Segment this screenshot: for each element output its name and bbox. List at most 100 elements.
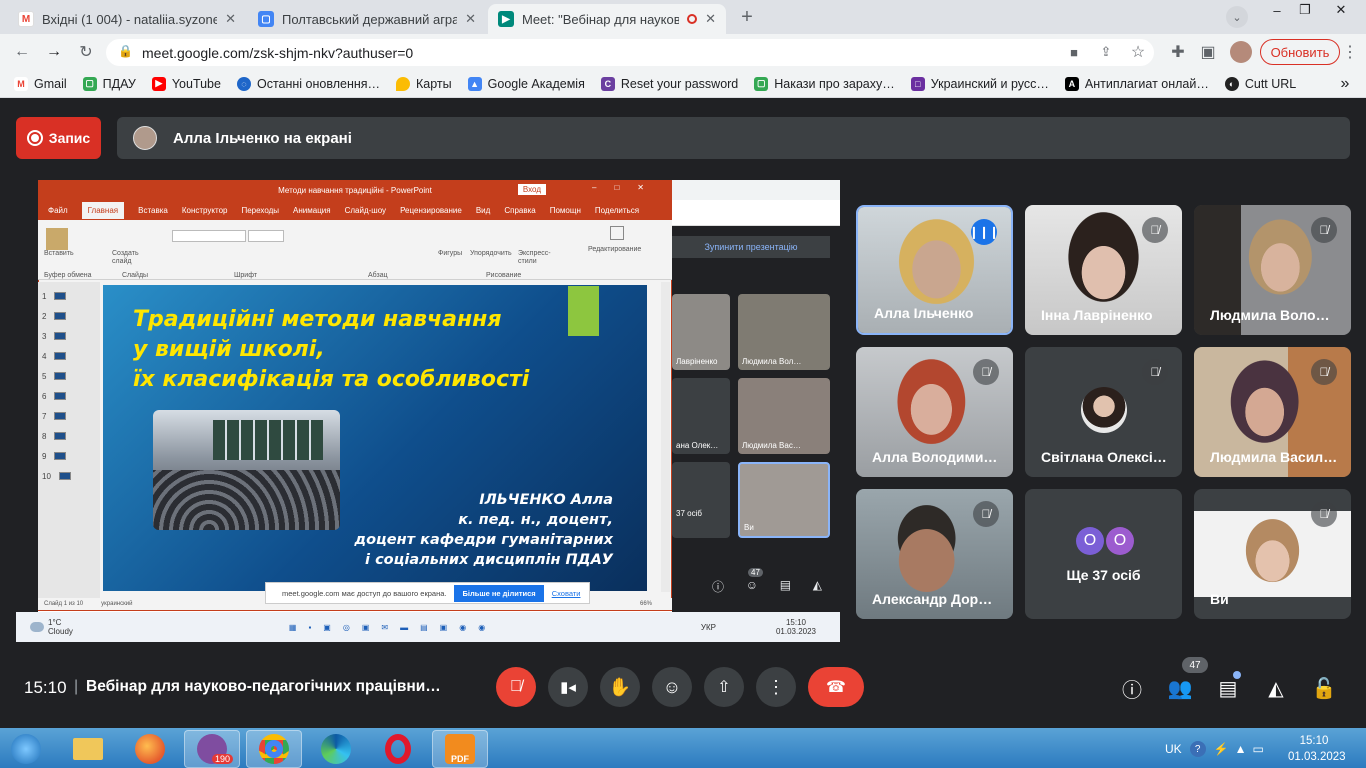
forward-icon[interactable]: →	[42, 40, 66, 64]
bookmark-updates[interactable]: ◌ Останні оновлення…	[236, 76, 380, 91]
ppt-tab[interactable]: Переходы	[241, 206, 279, 215]
slide-thumb[interactable]: 8	[42, 429, 98, 443]
ppt-tab[interactable]: Справка	[504, 206, 535, 215]
close-icon[interactable]: ✕	[225, 11, 236, 27]
font-name-select[interactable]	[172, 230, 246, 242]
mic-toggle-button[interactable]: 🎙̸	[496, 667, 536, 707]
slide-thumb[interactable]: 2	[42, 309, 98, 323]
menu-icon[interactable]: ⋮	[1340, 42, 1360, 62]
ppt-tab[interactable]: Файл	[48, 206, 68, 215]
bookmark-cutt-url[interactable]: ◐ Cutt URL	[1224, 76, 1296, 91]
activities-icon[interactable]: ◭	[1263, 675, 1289, 701]
window-close-icon[interactable]: ✕	[1326, 0, 1356, 20]
participant-tile[interactable]: 🎙̸ Світлана Олексі…	[1025, 347, 1182, 477]
others-tile[interactable]: O O Ще 37 осіб	[1025, 489, 1182, 619]
camera-toggle-button[interactable]: ▮◂	[548, 667, 588, 707]
bookmark-pdau[interactable]: ▢ ПДАУ	[82, 76, 136, 91]
explorer-app[interactable]	[60, 730, 116, 768]
people-icon[interactable]: 👥	[1167, 675, 1193, 701]
profile-avatar[interactable]	[1230, 41, 1252, 63]
slide-thumb[interactable]: 4	[42, 349, 98, 363]
tray-expand-icon[interactable]: ▲	[1235, 742, 1247, 756]
camera-icon[interactable]: ■	[1064, 42, 1084, 62]
action-center-icon[interactable]: ▭	[1253, 742, 1264, 756]
participant-tile[interactable]: 🎙̸ Інна Лавріненко	[1025, 205, 1182, 335]
reactions-button[interactable]: ☺	[652, 667, 692, 707]
slide-thumb[interactable]: 3	[42, 329, 98, 343]
tab-gmail[interactable]: M Вхідні (1 004) - nataliia.syzonenko ✕	[8, 4, 246, 34]
pdf-app[interactable]: PDF	[432, 730, 488, 768]
ppt-tab[interactable]: Вставка	[138, 206, 168, 215]
address-bar[interactable]: 🔒 meet.google.com/zsk-shjm-nkv?authuser=…	[106, 39, 1154, 66]
reload-icon[interactable]: ↻	[74, 40, 98, 64]
share-icon[interactable]: ⇪	[1096, 42, 1116, 62]
new-tab-button[interactable]: +	[733, 5, 761, 29]
slide-thumb[interactable]: 10	[42, 469, 98, 483]
participant-tile[interactable]: 🎙̸ Людмила Воло…	[1194, 205, 1351, 335]
info-icon[interactable]: ⓘ	[1119, 675, 1145, 702]
leave-call-button[interactable]: ☎	[808, 667, 864, 707]
restore-icon[interactable]: ❐	[1290, 0, 1320, 20]
ppt-tab[interactable]: Слайд-шоу	[345, 206, 386, 215]
bookmark-scholar[interactable]: ▲ Google Академія	[467, 76, 585, 91]
back-icon[interactable]: ←	[10, 40, 34, 64]
slide-thumb[interactable]: 1	[42, 289, 98, 303]
start-button[interactable]	[6, 730, 46, 768]
bookmark-translator[interactable]: □ Украинский и русс…	[910, 76, 1049, 91]
ppt-tab[interactable]: Конструктор	[182, 206, 228, 215]
bookmark-orders[interactable]: ▢ Накази про зараху…	[754, 76, 895, 91]
ppt-tab[interactable]: Рецензирование	[400, 206, 462, 215]
sidepanel-icon[interactable]: ▣	[1198, 42, 1218, 62]
ppt-tab[interactable]: Поделиться	[595, 206, 639, 215]
raise-hand-button[interactable]: ✋	[600, 667, 640, 707]
search-icon[interactable]	[610, 226, 624, 240]
bookmark-antiplagiarism[interactable]: A Антиплагиат онлай…	[1064, 76, 1209, 91]
stop-sharing-button[interactable]: Більше не ділитися	[454, 584, 544, 602]
hide-link[interactable]: Сховати	[552, 589, 581, 598]
participant-tile[interactable]: 🎙̸ Алла Володими…	[856, 347, 1013, 477]
ppt-tab[interactable]: Помощн	[550, 206, 581, 215]
firefox-app[interactable]	[122, 730, 178, 768]
slide-thumb[interactable]: 7	[42, 409, 98, 423]
participant-tile-speaking[interactable]: ❙❙❙ Алла Ільченко	[856, 205, 1013, 335]
bookmark-gmail[interactable]: M Gmail	[14, 76, 67, 91]
ppt-scrollbar[interactable]	[661, 282, 670, 592]
present-button[interactable]: ⇧	[704, 667, 744, 707]
bookmark-youtube[interactable]: ▶ YouTube	[151, 76, 221, 91]
more-bookmarks-icon[interactable]: »	[1336, 75, 1354, 93]
host-controls-icon[interactable]: 🔓	[1311, 675, 1337, 701]
font-size-select[interactable]	[248, 230, 284, 242]
more-options-button[interactable]: ⋮	[756, 667, 796, 707]
ppt-window-controls[interactable]: –□✕	[592, 183, 662, 192]
tab-search-icon[interactable]: ⌄	[1226, 6, 1248, 28]
ppt-tab-active[interactable]: Главная	[81, 201, 125, 219]
slide-thumb[interactable]: 6	[42, 389, 98, 403]
update-button[interactable]: Обновить	[1260, 39, 1340, 65]
ppt-tab[interactable]: Вид	[476, 206, 490, 215]
slide-thumb[interactable]: 9	[42, 449, 98, 463]
language-indicator[interactable]: UK	[1165, 742, 1182, 756]
viber-app[interactable]: 190	[184, 730, 240, 768]
help-icon[interactable]: ?	[1189, 741, 1206, 757]
self-tile[interactable]: 🎙̸ Ви	[1194, 489, 1351, 619]
paste-icon[interactable]	[46, 228, 68, 250]
bookmark-reset-password[interactable]: C Reset your password	[600, 76, 738, 91]
tab-pdau[interactable]: ▢ Полтавський державний аграрн ✕	[248, 4, 486, 34]
participant-tile[interactable]: 🎙̸ Людмила Васил…	[1194, 347, 1351, 477]
edge-app[interactable]	[308, 730, 364, 768]
ppt-signin-button[interactable]: Вход	[517, 184, 546, 195]
chrome-app[interactable]	[246, 730, 302, 768]
opera-app[interactable]	[370, 730, 426, 768]
taskbar-clock[interactable]: 15:10 01.03.2023	[1288, 733, 1346, 765]
star-icon[interactable]: ☆	[1128, 42, 1148, 62]
bookmark-maps[interactable]: Карты	[396, 76, 452, 91]
close-icon[interactable]: ✕	[465, 11, 476, 27]
participant-tile[interactable]: 🎙̸ Александр Дор…	[856, 489, 1013, 619]
network-icon[interactable]: ⚡	[1214, 742, 1229, 756]
close-icon[interactable]: ✕	[705, 11, 716, 27]
minimize-icon[interactable]: –	[1262, 0, 1292, 20]
tab-meet[interactable]: ▶ Meet: "Вебінар для науково ✕	[488, 4, 726, 34]
slide-thumb[interactable]: 5	[42, 369, 98, 383]
extensions-icon[interactable]: ✚	[1168, 42, 1188, 62]
record-badge[interactable]: Запис	[16, 117, 101, 159]
